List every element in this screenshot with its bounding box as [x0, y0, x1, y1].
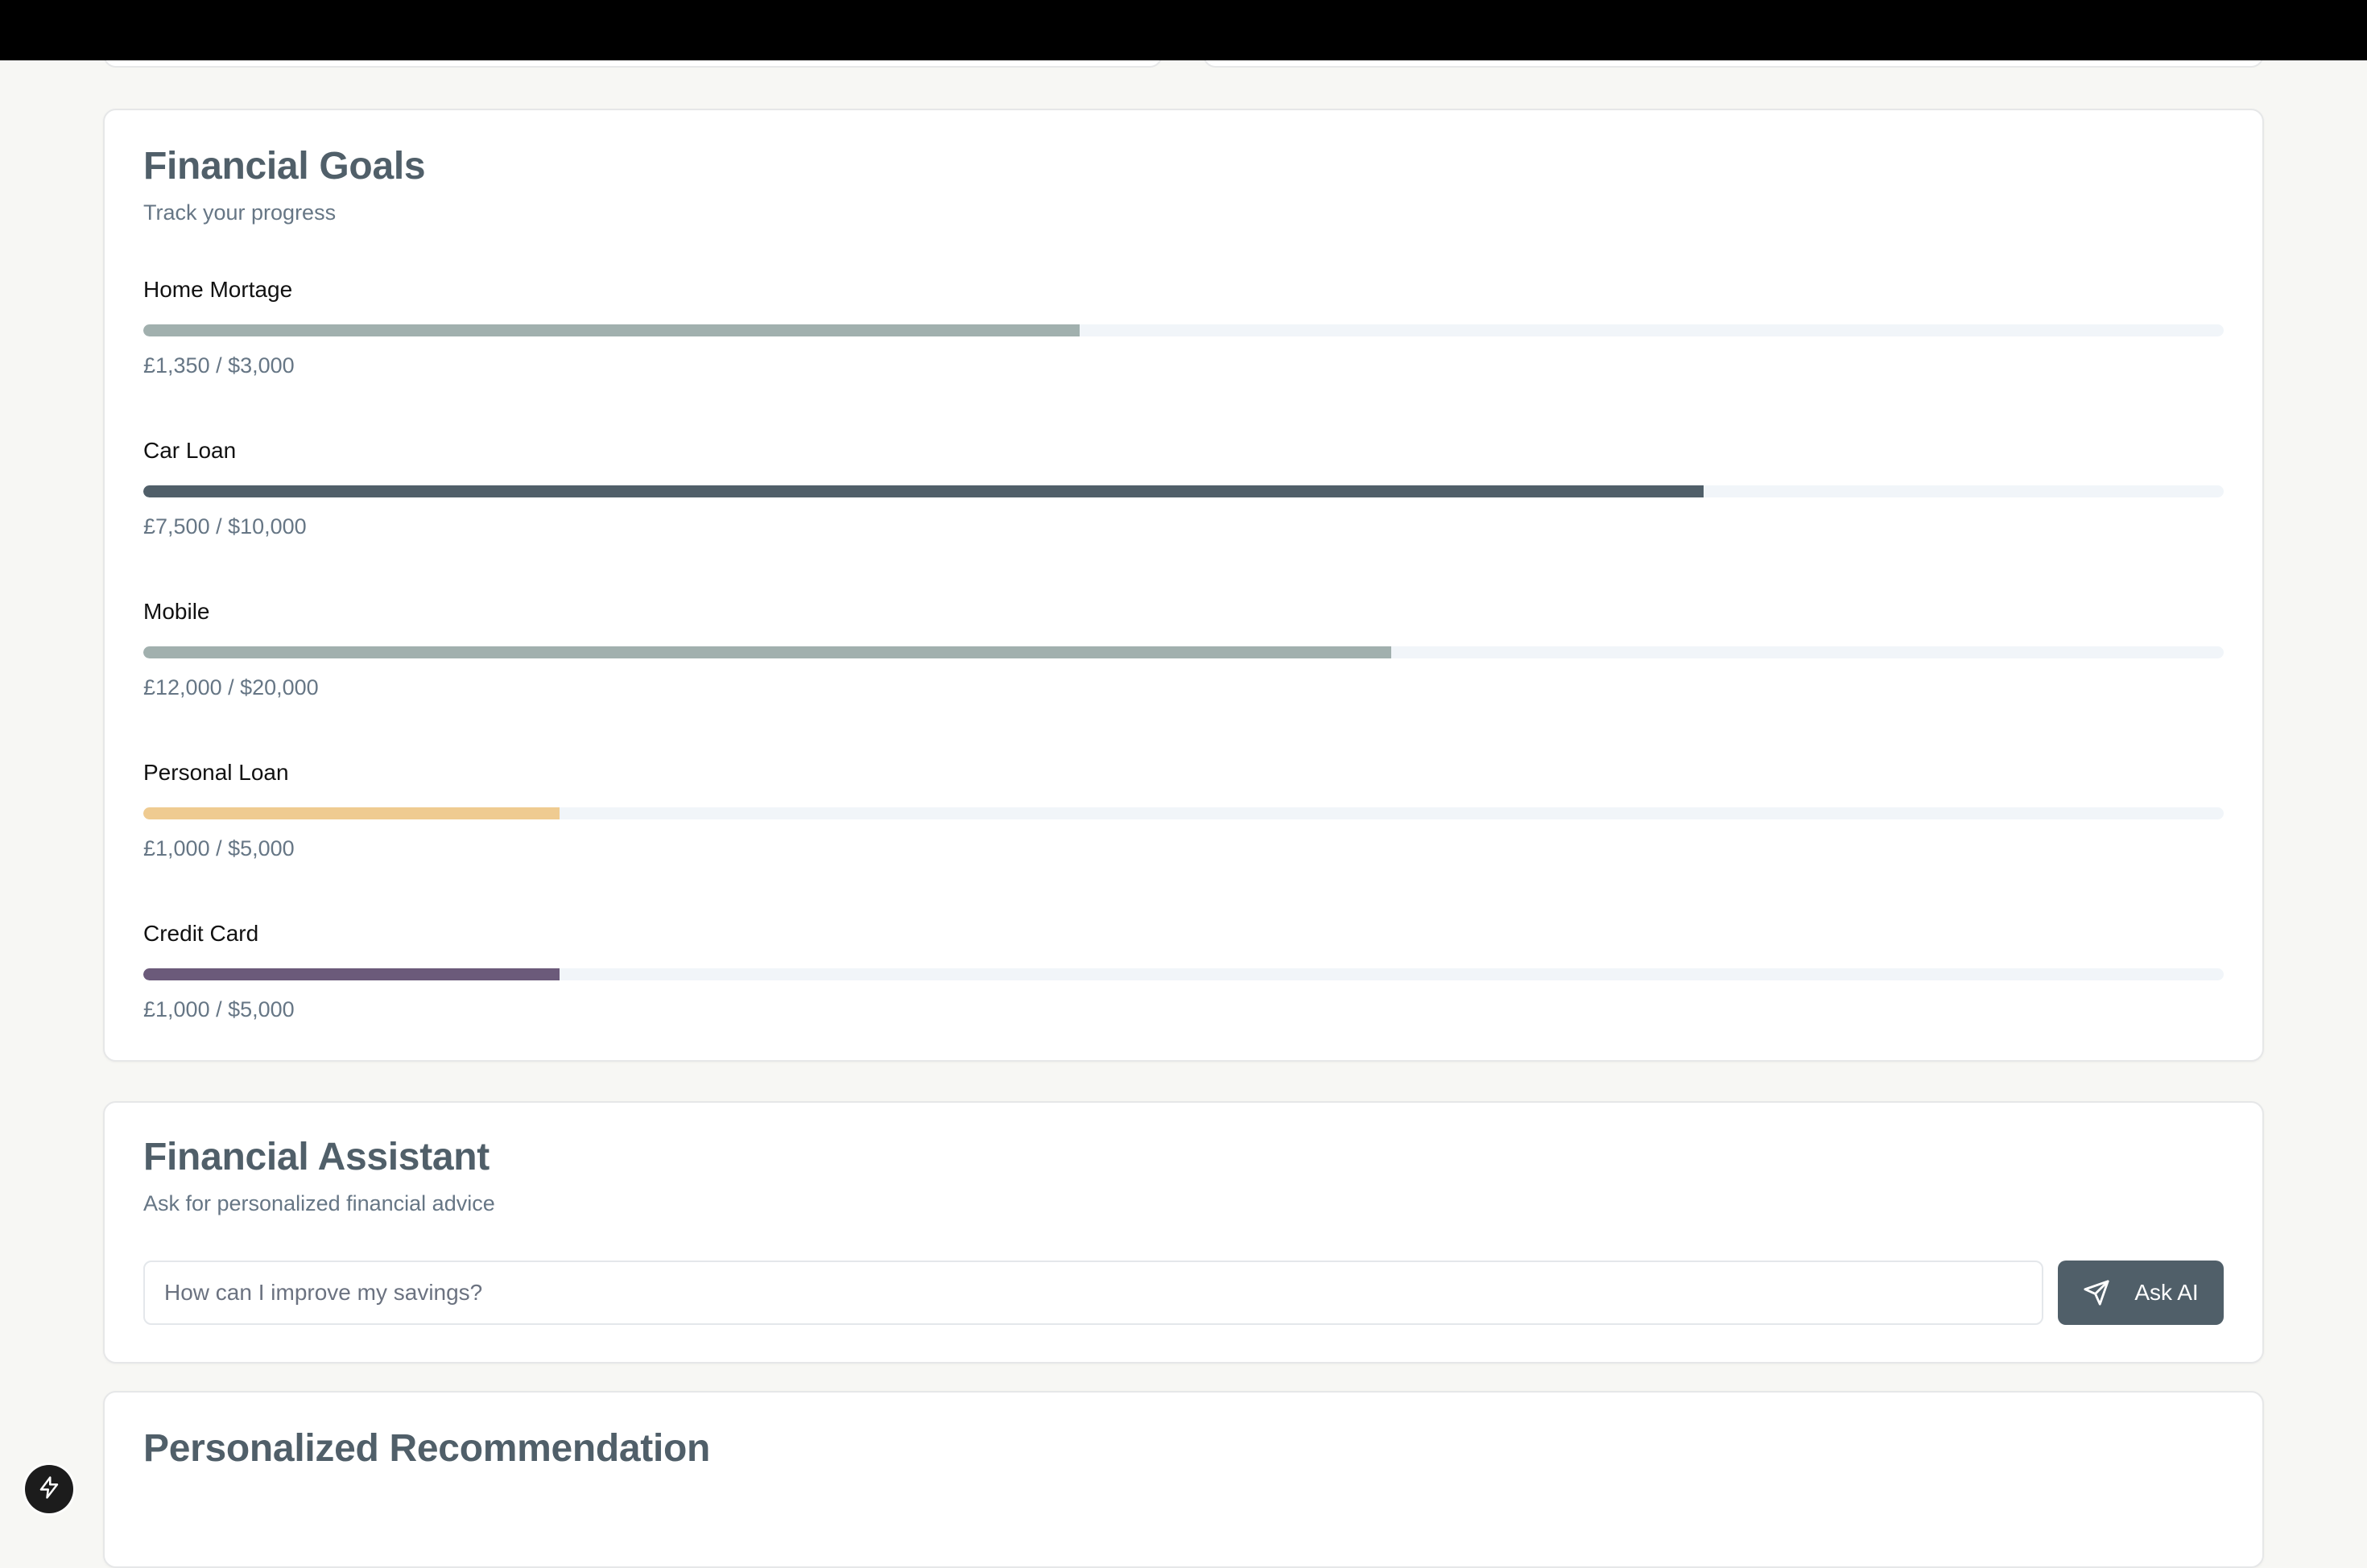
financial-goals-subtitle: Track your progress — [143, 200, 337, 225]
goal-item-credit-card: Credit Card £1,000 / $5,000 — [143, 920, 2224, 1041]
goal-amount: £1,000 / $5,000 — [143, 836, 295, 860]
goal-name: Personal Loan — [143, 760, 289, 785]
goal-progress-fill — [143, 646, 1392, 658]
financial-assistant-card: Financial Assistant Ask for personalized… — [103, 1101, 2264, 1364]
personalized-recommendation-title: Personalized Recommendation — [143, 1427, 711, 1470]
goal-progress-track — [143, 324, 2224, 336]
top-black-bar — [0, 0, 2367, 60]
lightning-icon — [37, 1475, 61, 1504]
goal-name: Mobile — [143, 599, 210, 624]
personalized-recommendation-card: Personalized Recommendation — [103, 1391, 2264, 1568]
goal-name: Car Loan — [143, 438, 237, 463]
goal-amount: £7,500 / $10,000 — [143, 514, 307, 538]
goal-progress-fill — [143, 968, 560, 980]
goal-item-personal-loan: Personal Loan £1,000 / $5,000 — [143, 759, 2224, 880]
goal-amount: £1,000 / $5,000 — [143, 997, 295, 1021]
ask-ai-button[interactable]: Ask AI — [2058, 1261, 2224, 1325]
goal-amount: £1,350 / $3,000 — [143, 353, 295, 378]
goal-amount: £12,000 / $20,000 — [143, 675, 319, 699]
ask-question-input[interactable] — [143, 1261, 2043, 1325]
financial-assistant-subtitle: Ask for personalized financial advice — [143, 1191, 495, 1215]
quick-action-button[interactable] — [25, 1465, 73, 1513]
financial-assistant-title: Financial Assistant — [143, 1136, 490, 1178]
goal-progress-track — [143, 485, 2224, 497]
goal-progress-track — [143, 646, 2224, 658]
send-icon — [2083, 1279, 2110, 1306]
goal-item-mobile: Mobile £12,000 / $20,000 — [143, 598, 2224, 719]
goal-name: Home Mortage — [143, 277, 293, 302]
financial-goals-card: Financial Goals Track your progress Home… — [103, 109, 2264, 1062]
goal-item-home-mortgage: Home Mortage £1,350 / $3,000 — [143, 276, 2224, 397]
goal-name: Credit Card — [143, 921, 259, 946]
goal-progress-fill — [143, 324, 1080, 336]
ask-ai-button-label: Ask AI — [2134, 1280, 2199, 1305]
financial-goals-title: Financial Goals — [143, 145, 426, 188]
goal-progress-track — [143, 968, 2224, 980]
goal-progress-fill — [143, 807, 560, 819]
goal-progress-fill — [143, 485, 1704, 497]
goal-progress-track — [143, 807, 2224, 819]
goal-item-car-loan: Car Loan £7,500 / $10,000 — [143, 437, 2224, 558]
